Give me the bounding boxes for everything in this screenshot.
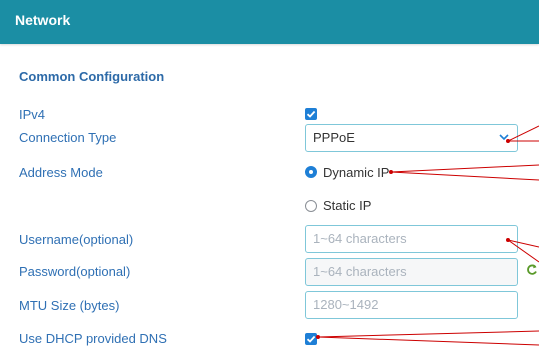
annotation-dot — [506, 238, 510, 242]
annotation-line — [317, 330, 539, 338]
annotation-dot — [506, 139, 510, 143]
annotation-line — [390, 171, 539, 181]
annotation-dot — [316, 335, 320, 339]
annotation-arrows — [316, 125, 539, 346]
annotation-dot — [389, 170, 393, 174]
annotation-line — [390, 164, 539, 173]
annotation-line — [317, 336, 539, 346]
annotation-line — [507, 125, 539, 142]
